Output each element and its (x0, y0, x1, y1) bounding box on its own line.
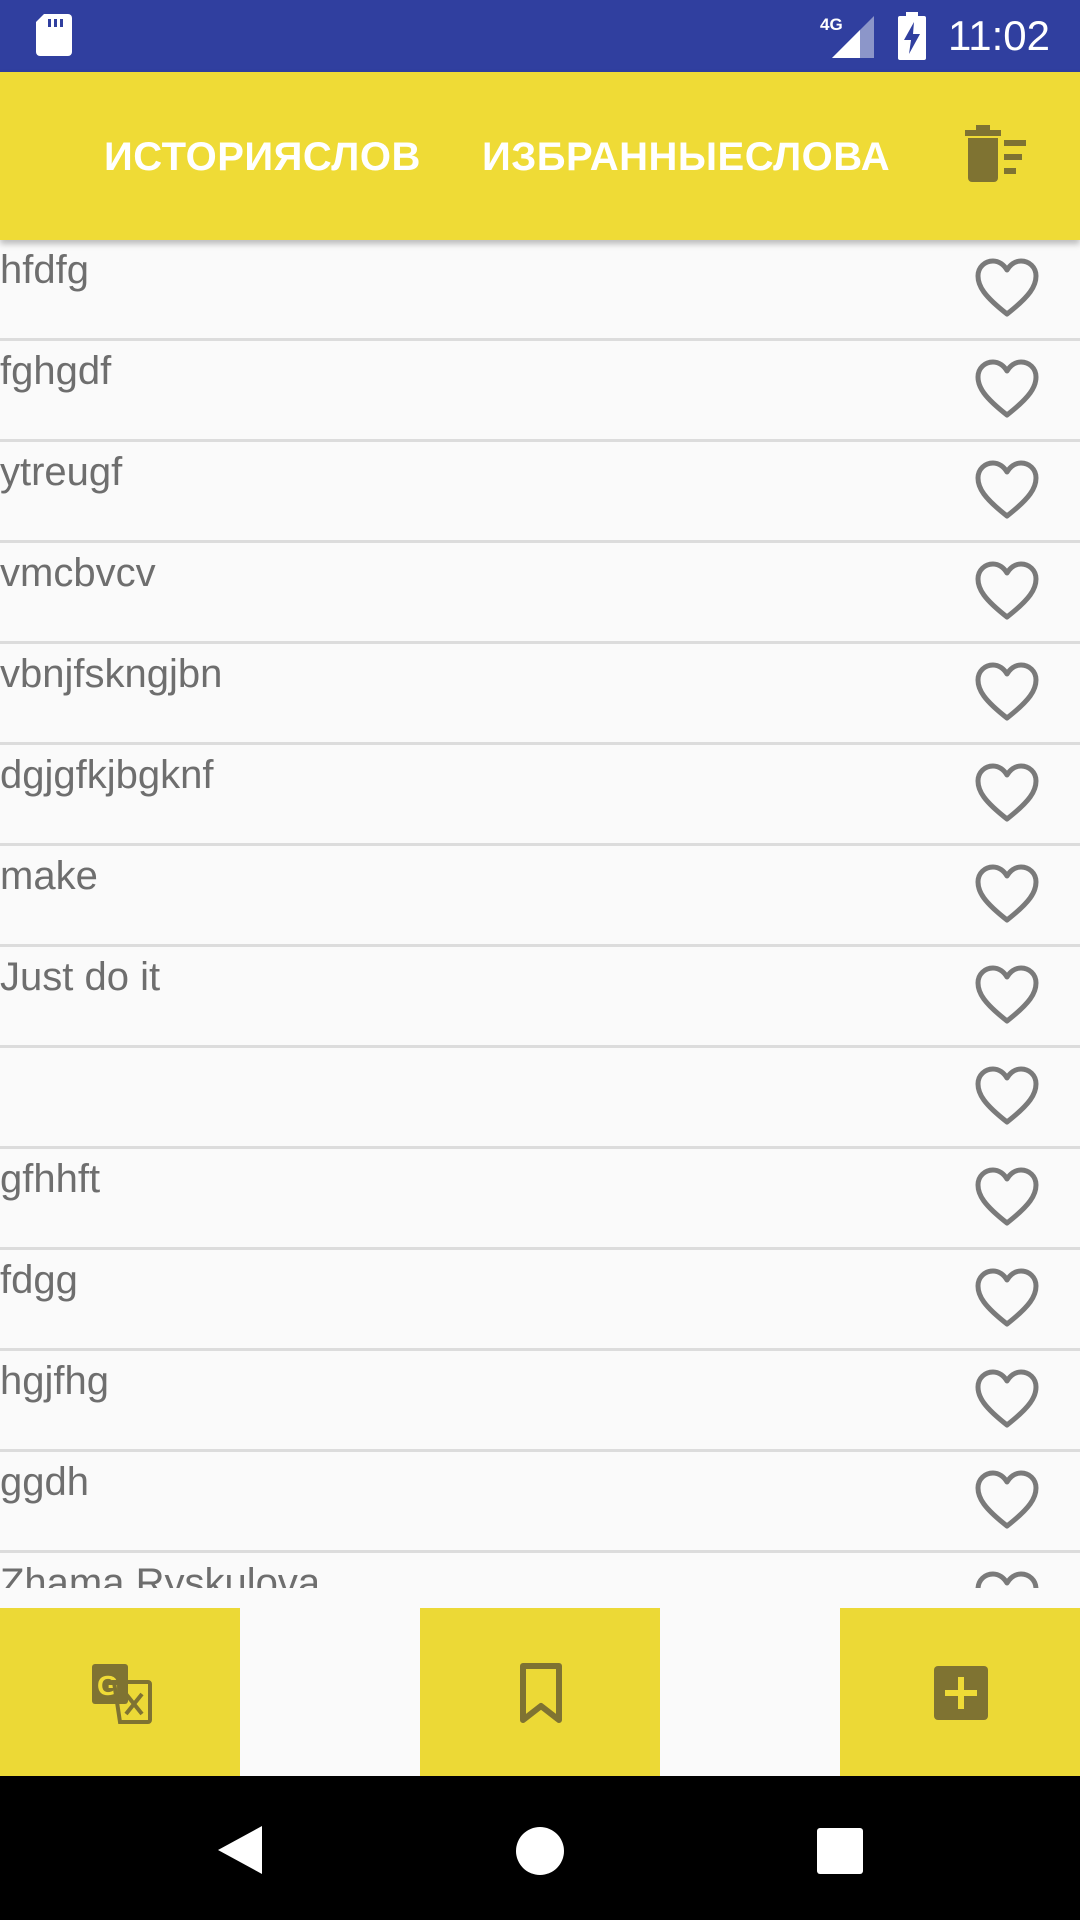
word-text: ytreugf (0, 450, 123, 494)
word-text: dgjgfkjbgknf (0, 753, 214, 797)
list-item[interactable]: Zhama Ryskulova (0, 1553, 1080, 1588)
favorite-heart-icon[interactable] (974, 1064, 1040, 1126)
signal-4g-icon: 4G (820, 15, 874, 58)
add-box-icon (934, 1666, 988, 1720)
list-item[interactable] (0, 1048, 1080, 1149)
word-text: vbnjfskngjbn (0, 652, 223, 696)
list-item[interactable]: hfdfg (0, 240, 1080, 341)
favorite-heart-icon[interactable] (974, 761, 1040, 823)
word-text: Zhama Ryskulova (0, 1561, 321, 1588)
favorite-heart-icon[interactable] (974, 963, 1040, 1025)
favorite-heart-icon[interactable] (974, 458, 1040, 520)
tab-history[interactable]: ИСТОРИЯСЛОВ (104, 132, 421, 182)
list-item[interactable]: Just do it (0, 947, 1080, 1048)
list-item[interactable]: vmcbvcv (0, 543, 1080, 644)
recents-square-icon[interactable] (817, 1828, 863, 1874)
home-circle-icon[interactable] (515, 1826, 565, 1876)
status-bar: 4G 11:02 (0, 0, 1080, 72)
list-item[interactable]: make (0, 846, 1080, 947)
back-triangle-icon[interactable] (216, 1824, 264, 1876)
favorite-heart-icon[interactable] (974, 1569, 1040, 1588)
bookmark-button[interactable] (420, 1608, 660, 1776)
word-text: ggdh (0, 1460, 89, 1504)
word-text: hgjfhg (0, 1359, 109, 1403)
list-item[interactable]: hgjfhg (0, 1351, 1080, 1452)
word-text: Just do it (0, 955, 161, 999)
list-item[interactable]: fdgg (0, 1250, 1080, 1351)
bottom-action-bar: G (0, 1608, 1080, 1776)
app-toolbar: ИСТОРИЯСЛОВ ИЗБРАННЫЕСЛОВА (0, 72, 1080, 240)
favorite-heart-icon[interactable] (974, 559, 1040, 621)
favorite-heart-icon[interactable] (974, 1266, 1040, 1328)
word-history-list[interactable]: hfdfg fghgdf ytreugf vmcbvcv vbnjfskngjbn dgj… (0, 240, 1080, 1588)
list-item[interactable]: vbnjfskngjbn (0, 644, 1080, 745)
google-translate-icon: G (92, 1664, 152, 1724)
favorite-heart-icon[interactable] (974, 1367, 1040, 1429)
favorite-heart-icon[interactable] (974, 357, 1040, 419)
favorite-heart-icon[interactable] (974, 256, 1040, 318)
list-item[interactable]: dgjgfkjbgknf (0, 745, 1080, 846)
clock: 11:02 (948, 12, 1050, 59)
word-text: hfdfg (0, 248, 89, 292)
favorite-heart-icon[interactable] (974, 660, 1040, 722)
bookmark-icon (520, 1663, 562, 1723)
system-nav-bar (0, 1776, 1080, 1920)
translate-button[interactable]: G (0, 1608, 240, 1776)
favorite-heart-icon[interactable] (974, 862, 1040, 924)
add-word-button[interactable] (840, 1608, 1080, 1776)
tab-favorites[interactable]: ИЗБРАННЫЕСЛОВА (482, 132, 890, 182)
delete-sweep-icon[interactable] (962, 124, 1028, 184)
word-text: fdgg (0, 1258, 78, 1302)
word-text: gfhhft (0, 1157, 101, 1201)
list-item[interactable]: fghgdf (0, 341, 1080, 442)
sd-card-icon (36, 14, 72, 56)
word-text: vmcbvcv (0, 551, 156, 595)
svg-text:4G: 4G (820, 15, 843, 34)
favorite-heart-icon[interactable] (974, 1165, 1040, 1227)
list-item[interactable]: ytreugf (0, 442, 1080, 543)
list-item[interactable]: ggdh (0, 1452, 1080, 1553)
word-text: make (0, 854, 98, 898)
word-text: fghgdf (0, 349, 112, 393)
list-item[interactable]: gfhhft (0, 1149, 1080, 1250)
favorite-heart-icon[interactable] (974, 1468, 1040, 1530)
battery-charging-icon (898, 12, 926, 60)
